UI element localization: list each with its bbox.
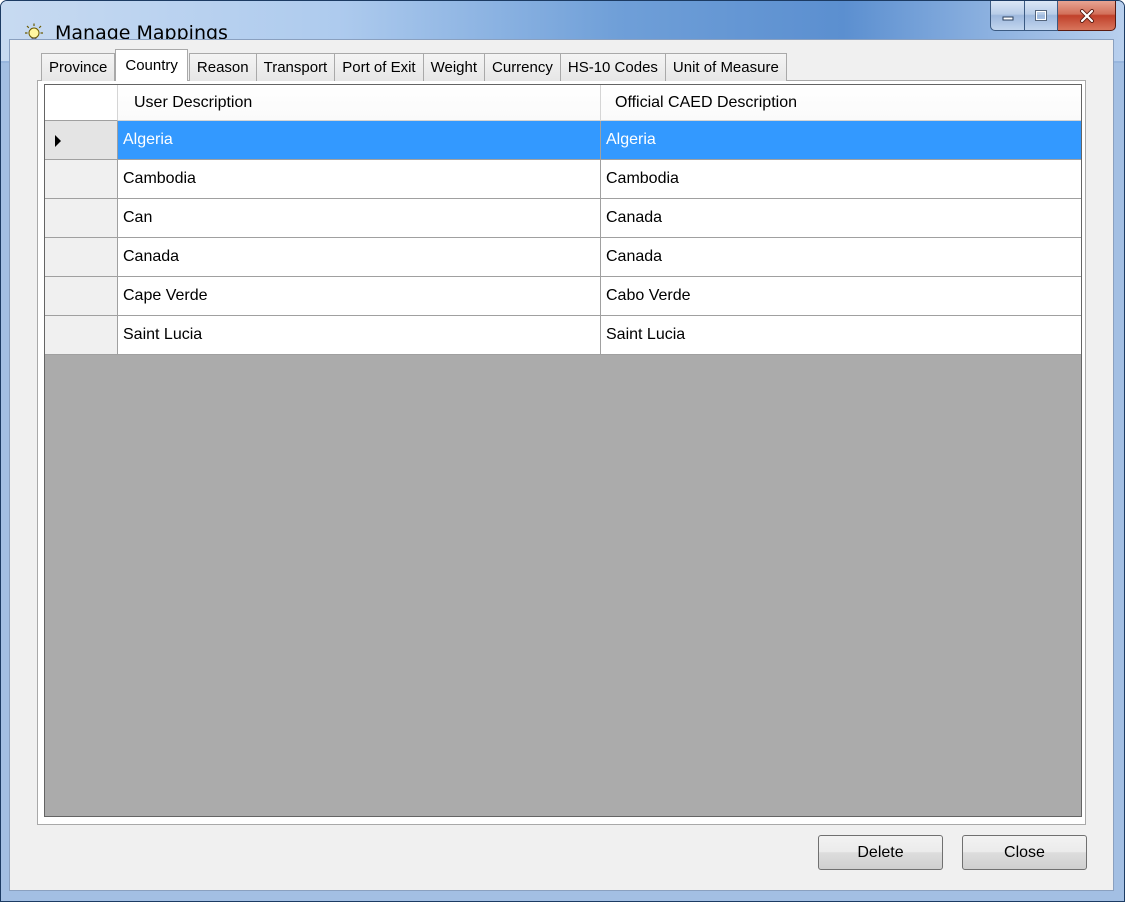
tab-hs-10-codes[interactable]: HS-10 Codes	[559, 53, 666, 81]
mappings-grid[interactable]: User Description Official CAED Descripti…	[44, 84, 1082, 817]
user-description-cell[interactable]: Saint Lucia	[118, 316, 601, 355]
grid-corner-header[interactable]	[45, 85, 118, 121]
table-row[interactable]: Canada Canada	[45, 238, 1081, 277]
close-button[interactable]: Close	[962, 835, 1087, 870]
table-row[interactable]: Can Canada	[45, 199, 1081, 238]
tab-province[interactable]: Province	[41, 53, 116, 81]
user-description-cell[interactable]: Cape Verde	[118, 277, 601, 316]
user-description-cell[interactable]: Cambodia	[118, 160, 601, 199]
maximize-button[interactable]	[1024, 1, 1058, 31]
official-description-cell[interactable]: Saint Lucia	[601, 316, 1081, 355]
tab-weight[interactable]: Weight	[422, 53, 486, 81]
tab-strip: Province Country Reason Transport Port o…	[41, 49, 787, 81]
column-header-user-description[interactable]: User Description	[118, 85, 601, 121]
row-header[interactable]	[45, 199, 118, 238]
tab-port-of-exit[interactable]: Port of Exit	[334, 53, 424, 81]
row-header[interactable]	[45, 121, 118, 160]
user-description-cell[interactable]: Can	[118, 199, 601, 238]
official-description-cell[interactable]: Canada	[601, 199, 1081, 238]
tab-transport[interactable]: Transport	[255, 53, 336, 81]
tab-reason[interactable]: Reason	[188, 53, 257, 81]
minimize-button[interactable]	[990, 1, 1024, 31]
delete-button[interactable]: Delete	[818, 835, 943, 870]
table-row[interactable]: Saint Lucia Saint Lucia	[45, 316, 1081, 355]
grid-header-row: User Description Official CAED Descripti…	[45, 85, 1081, 121]
row-header[interactable]	[45, 160, 118, 199]
tab-country[interactable]: Country	[115, 49, 188, 81]
tab-currency[interactable]: Currency	[484, 53, 561, 81]
table-row[interactable]: Cape Verde Cabo Verde	[45, 277, 1081, 316]
tab-unit-of-measure[interactable]: Unit of Measure	[664, 53, 787, 81]
manage-mappings-window: Manage Mappings Province Country Reason …	[0, 0, 1125, 902]
official-description-cell[interactable]: Cambodia	[601, 160, 1081, 199]
current-row-arrow-icon	[55, 135, 61, 147]
close-icon	[1079, 8, 1094, 23]
official-description-cell[interactable]: Algeria	[601, 121, 1081, 160]
row-header[interactable]	[45, 316, 118, 355]
caption-buttons	[990, 1, 1116, 31]
maximize-icon	[1035, 9, 1047, 21]
column-header-official-caed-description[interactable]: Official CAED Description	[601, 85, 1081, 121]
table-row[interactable]: Algeria Algeria	[45, 121, 1081, 160]
official-description-cell[interactable]: Cabo Verde	[601, 277, 1081, 316]
official-description-cell[interactable]: Canada	[601, 238, 1081, 277]
row-header[interactable]	[45, 277, 118, 316]
table-row[interactable]: Cambodia Cambodia	[45, 160, 1081, 199]
close-window-button[interactable]	[1058, 1, 1116, 31]
user-description-cell[interactable]: Canada	[118, 238, 601, 277]
row-header[interactable]	[45, 238, 118, 277]
minimize-icon	[1002, 16, 1013, 20]
user-description-cell[interactable]: Algeria	[118, 121, 601, 160]
